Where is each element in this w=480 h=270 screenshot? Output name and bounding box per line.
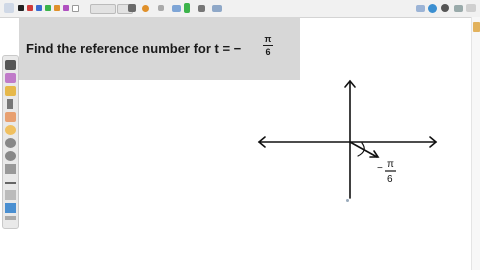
menu-icon[interactable] bbox=[4, 3, 14, 13]
color-white-swatch[interactable] bbox=[72, 5, 79, 12]
ruler-icon[interactable] bbox=[5, 216, 16, 220]
zoom-out-icon[interactable] bbox=[5, 151, 16, 161]
annotation-numerator: π bbox=[387, 159, 394, 170]
cursor-dot bbox=[346, 199, 349, 202]
image-icon[interactable] bbox=[5, 203, 16, 213]
annotation-denominator: 6 bbox=[387, 174, 393, 185]
color-purple-swatch[interactable] bbox=[63, 5, 69, 11]
left-tool-palette bbox=[2, 55, 19, 229]
color-orange-swatch[interactable] bbox=[54, 5, 60, 11]
select-icon[interactable] bbox=[7, 99, 13, 109]
terminal-ray-arrow bbox=[369, 150, 380, 158]
color-blue-swatch[interactable] bbox=[36, 5, 42, 11]
pointer-icon[interactable] bbox=[5, 164, 16, 174]
question-text: Find the reference number for t = − bbox=[26, 41, 242, 56]
lasso-icon[interactable] bbox=[5, 125, 16, 135]
shapes-icon[interactable] bbox=[172, 5, 181, 12]
y-axis-up-arrow bbox=[344, 79, 356, 88]
image-icon[interactable] bbox=[128, 4, 136, 12]
terminal-ray bbox=[349, 141, 378, 158]
x-axis-right-arrow bbox=[429, 136, 438, 148]
angle-arc bbox=[357, 142, 365, 157]
more-icon[interactable] bbox=[212, 5, 222, 12]
zoom-in-icon[interactable] bbox=[5, 138, 16, 148]
text-icon[interactable] bbox=[198, 5, 205, 12]
text-icon[interactable] bbox=[5, 190, 16, 200]
stroke-width-selector[interactable] bbox=[90, 4, 116, 14]
x-axis-left-arrow bbox=[257, 136, 266, 148]
pen-icon[interactable] bbox=[5, 60, 16, 70]
pen-color-icon[interactable] bbox=[5, 73, 16, 83]
globe-icon[interactable] bbox=[428, 4, 437, 13]
line-icon[interactable] bbox=[5, 182, 16, 184]
question-fraction: π 6 bbox=[263, 34, 273, 57]
highlighter-icon[interactable] bbox=[142, 5, 149, 12]
photo-icon[interactable] bbox=[416, 5, 425, 12]
color-green-swatch[interactable] bbox=[45, 5, 51, 11]
question-denominator: 6 bbox=[265, 47, 271, 57]
color-red-swatch[interactable] bbox=[27, 5, 33, 11]
page-icon[interactable] bbox=[466, 4, 476, 12]
page-handle[interactable] bbox=[473, 22, 480, 32]
right-scroll-strip[interactable] bbox=[471, 17, 480, 270]
annotation-sign: − bbox=[377, 163, 383, 174]
color-black-swatch[interactable] bbox=[18, 5, 24, 11]
top-toolbar bbox=[0, 0, 480, 18]
fraction-bar bbox=[263, 45, 273, 46]
green-marker-icon[interactable] bbox=[184, 3, 190, 13]
settings-icon[interactable] bbox=[441, 4, 449, 12]
highlighter-icon[interactable] bbox=[5, 86, 16, 96]
eraser-icon[interactable] bbox=[158, 5, 164, 11]
camera-icon[interactable] bbox=[454, 5, 463, 12]
question-numerator: π bbox=[264, 34, 272, 44]
eraser-icon[interactable] bbox=[5, 112, 16, 122]
